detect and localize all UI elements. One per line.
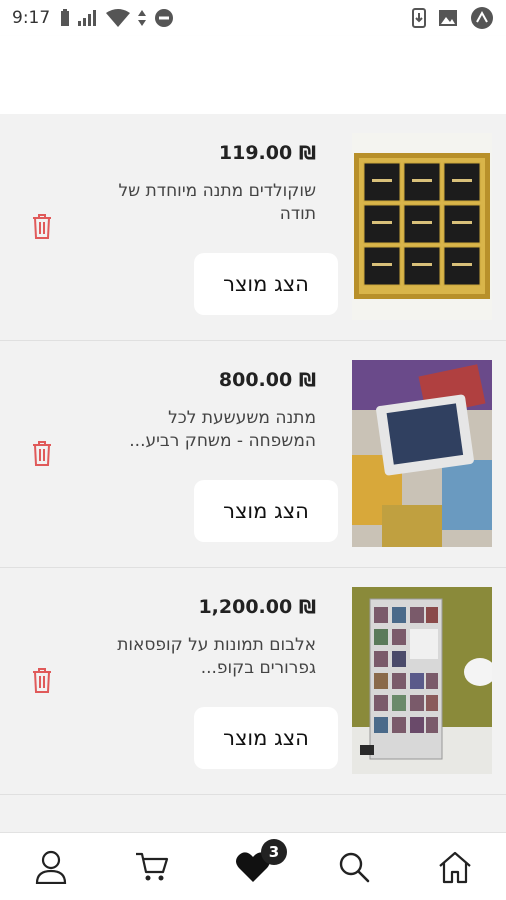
wishlist-count-badge: 3 (261, 839, 287, 865)
status-bar: 9:17 (0, 0, 506, 36)
product-price: ₪ 1,200.00 (198, 596, 316, 618)
view-product-button[interactable]: הצג מוצר (194, 253, 338, 315)
account-circle-icon (471, 7, 493, 29)
nav-profile[interactable] (31, 847, 71, 887)
list-item: ₪ 1,200.00 אלבום תמונות על קופסאות גפרור… (0, 568, 506, 795)
product-name: מתנה משעשעת לכל המשפחה - משחק רביע... (129, 408, 316, 451)
signal-icon (78, 10, 97, 26)
list-item: ₪ 800.00 מתנה משעשעת לכל המשפחה - משחק ר… (0, 341, 506, 568)
product-name: שוקולדים מתנה מיוחדת של תודה (118, 181, 316, 224)
trash-icon[interactable] (30, 666, 54, 694)
trash-icon[interactable] (30, 212, 54, 240)
product-image-photo-album[interactable] (352, 587, 492, 774)
product-image-chocolates[interactable] (352, 133, 492, 320)
trash-icon[interactable] (30, 439, 54, 467)
product-price: ₪ 119.00 (218, 142, 316, 164)
bottom-navigation: 3 (0, 832, 506, 900)
nav-cart[interactable] (132, 847, 172, 887)
wishlist: ₪ 119.00 שוקולדים מתנה מיוחדת של תודה הצ… (0, 114, 506, 795)
view-product-button[interactable]: הצג מוצר (194, 707, 338, 769)
nav-search[interactable] (334, 847, 374, 887)
nav-home[interactable] (435, 847, 475, 887)
image-icon (439, 10, 457, 26)
cart-icon (136, 852, 169, 881)
do-not-disturb-icon (155, 9, 174, 27)
view-product-button[interactable]: הצג מוצר (194, 480, 338, 542)
battery-icon (61, 9, 70, 26)
product-name: אלבום תמונות על קופסאות גפרורים בקופ... (117, 635, 316, 678)
list-item: ₪ 119.00 שוקולדים מתנה מיוחדת של תודה הצ… (0, 114, 506, 341)
data-arrows-icon (138, 10, 147, 26)
profile-icon (35, 850, 67, 884)
app-header (0, 36, 506, 114)
status-time: 9:17 (12, 8, 51, 28)
download-icon (412, 8, 426, 28)
nav-wishlist[interactable]: 3 (233, 839, 287, 887)
home-icon (439, 851, 471, 884)
product-image-card-game[interactable] (352, 360, 492, 547)
product-price: ₪ 800.00 (218, 369, 316, 391)
wifi-icon (106, 9, 131, 27)
search-icon (339, 852, 370, 883)
